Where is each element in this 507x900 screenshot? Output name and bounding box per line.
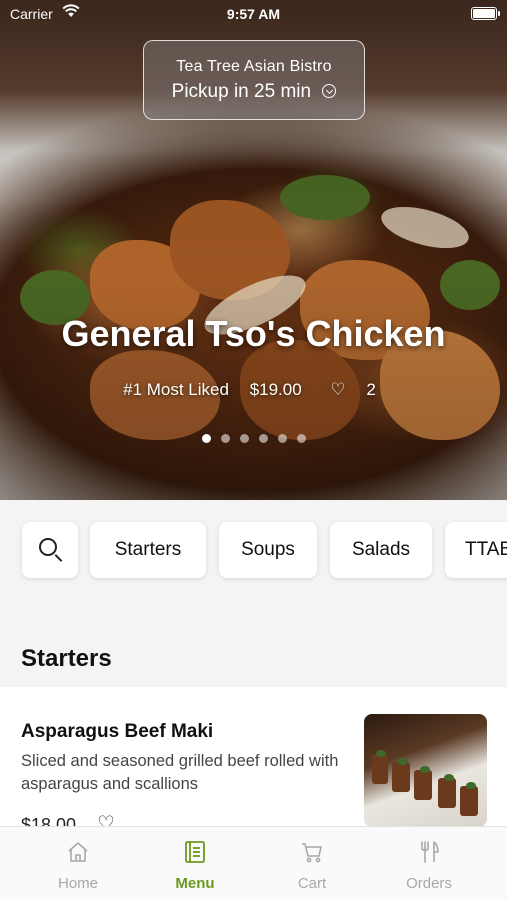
carousel-dot[interactable] [296, 434, 306, 443]
tab-cart[interactable]: Cart [249, 827, 375, 900]
carousel-dot[interactable] [220, 434, 230, 443]
carousel-dot[interactable] [258, 434, 268, 443]
heart-icon: ♡ [330, 380, 346, 399]
restaurant-name: Tea Tree Asian Bistro [176, 58, 332, 75]
section-title: Starters [21, 645, 112, 672]
tab-home[interactable]: Home [15, 827, 141, 900]
cart-icon [302, 843, 322, 863]
featured-badge: #1 Most Liked [123, 380, 229, 399]
tab-orders[interactable]: Orders [366, 827, 492, 900]
menu-item-name: Asparagus Beef Maki [21, 721, 214, 742]
pickup-selector[interactable]: Tea Tree Asian Bistro Pickup in 25 min [143, 40, 365, 120]
menu-item-card[interactable]: Asparagus Beef Maki Sliced and seasoned … [0, 687, 507, 827]
home-icon [68, 842, 88, 862]
search-button[interactable] [22, 522, 78, 578]
search-icon [39, 538, 57, 556]
tab-menu-label: Menu [175, 875, 215, 892]
category-chip-soups[interactable]: Soups [219, 522, 317, 578]
carousel-dot[interactable] [239, 434, 249, 443]
featured-price: $19.00 [249, 380, 302, 399]
clock: 9:57 AM [226, 6, 281, 22]
pickup-time: Pickup in 25 min [171, 81, 312, 102]
menu-item-description: Sliced and seasoned grilled beef rolled … [21, 752, 339, 793]
tab-bar: Home Menu Cart Orders [0, 826, 507, 900]
menu-item-photo [364, 714, 487, 827]
app-screen: Carrier 9:57 AM Tea Tree Asian Bistro Pi… [0, 0, 507, 900]
category-chip-salads[interactable]: Salads [330, 522, 432, 578]
tab-home-label: Home [57, 875, 98, 892]
menu-icon [185, 841, 205, 863]
status-bar: Carrier 9:57 AM [0, 0, 507, 28]
likes-count: 2 [366, 380, 376, 399]
category-chip-ttab[interactable]: TTAB [445, 522, 507, 578]
category-chip-starters[interactable]: Starters [90, 522, 206, 578]
featured-likes[interactable]: ♡ 2 [322, 380, 383, 399]
tab-menu[interactable]: Menu [132, 827, 258, 900]
carousel-dots[interactable] [0, 430, 507, 448]
chevron-down-icon [322, 84, 337, 98]
category-bar: Starters Soups Salads TTAB [0, 500, 507, 600]
carousel-dot[interactable] [277, 434, 287, 443]
carousel-dot[interactable] [201, 434, 211, 443]
tab-orders-label: Orders [406, 875, 452, 892]
tab-cart-label: Cart [297, 875, 327, 892]
featured-dish-meta: #1 Most Liked $19.00 ♡ 2 [0, 380, 507, 400]
featured-dish-title[interactable]: General Tso's Chicken [0, 313, 507, 355]
favorite-heart-icon[interactable]: ♡ [97, 811, 115, 827]
orders-icon [421, 841, 439, 863]
battery-icon [471, 7, 500, 20]
